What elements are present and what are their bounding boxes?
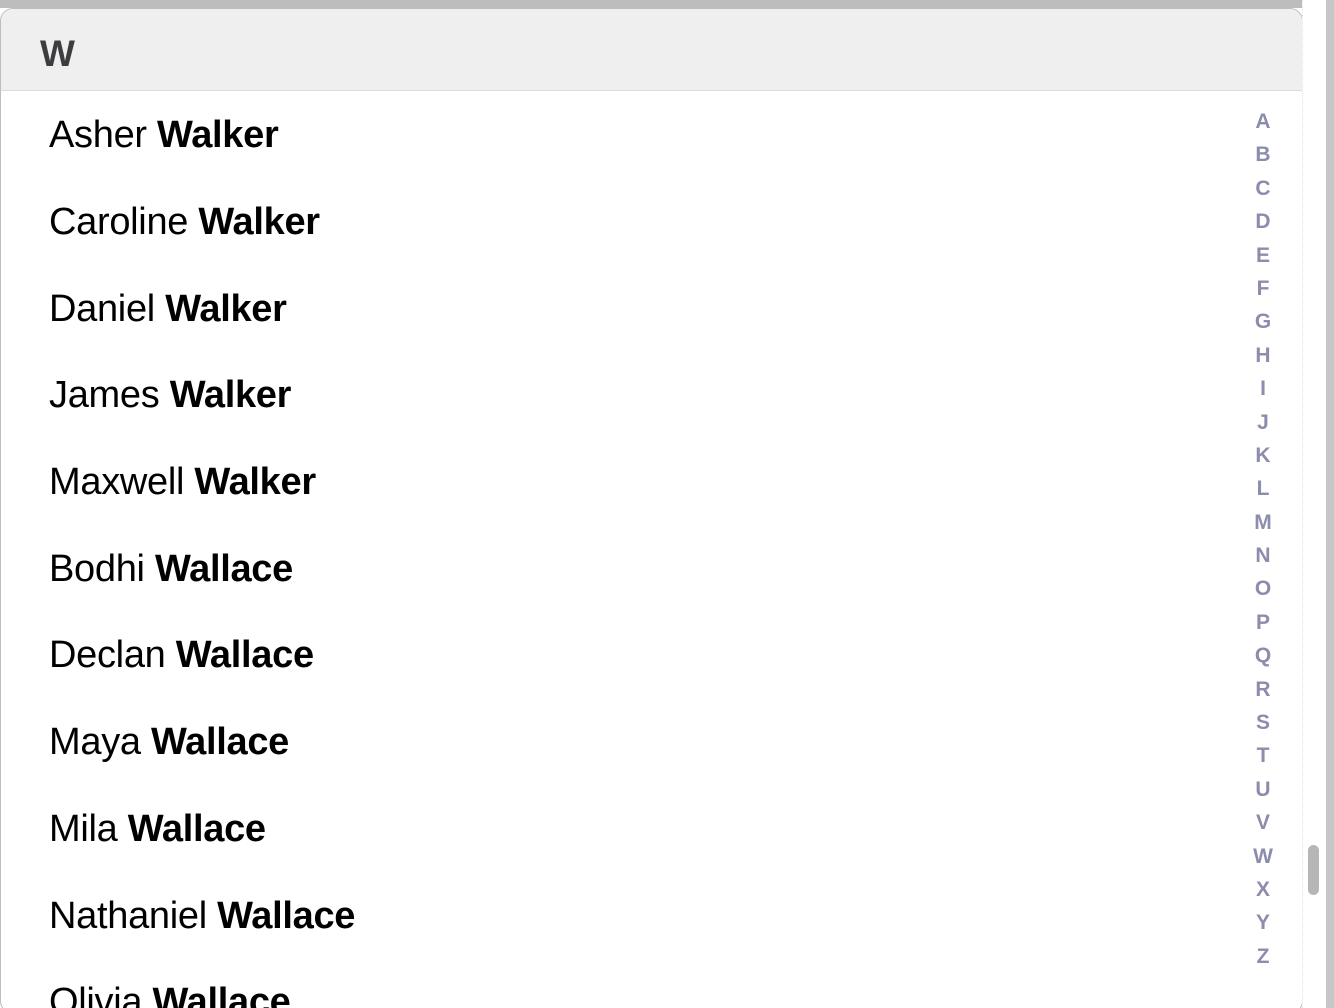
- contact-first-name: Daniel: [49, 287, 155, 330]
- contact-first-name: Declan: [49, 634, 166, 677]
- contact-last-name: Walker: [169, 374, 292, 417]
- alphabet-index-letter-j[interactable]: J: [1246, 406, 1280, 439]
- alphabet-index-letter-t[interactable]: T: [1246, 739, 1280, 772]
- window-top-edge: [0, 0, 1334, 8]
- contact-last-name: Wallace: [152, 981, 291, 1008]
- contact-name: Maya Wallace: [49, 720, 289, 764]
- alphabet-index-letter-w[interactable]: W: [1246, 840, 1280, 873]
- alphabet-index-letter-a[interactable]: A: [1246, 105, 1280, 138]
- contact-row[interactable]: Asher Walker: [1, 92, 1302, 179]
- contact-name: Asher Walker: [49, 113, 279, 157]
- contact-row[interactable]: Bodhi Wallace: [1, 525, 1302, 612]
- window-right-edge: [1326, 0, 1334, 1008]
- contact-last-name: Wallace: [175, 634, 314, 677]
- alphabet-index[interactable]: ABCDEFGHIJKLMNOPQRSTUVWXYZ: [1246, 105, 1280, 973]
- contact-name: Nathaniel Wallace: [49, 894, 355, 938]
- alphabet-index-letter-d[interactable]: D: [1246, 205, 1280, 238]
- contact-last-name: Wallace: [154, 547, 293, 590]
- alphabet-index-letter-h[interactable]: H: [1246, 339, 1280, 372]
- contact-row[interactable]: Mila Wallace: [1, 786, 1302, 873]
- contact-first-name: James: [49, 374, 160, 417]
- contact-first-name: Olivia: [49, 981, 143, 1008]
- contact-name: Declan Wallace: [49, 633, 314, 677]
- alphabet-index-letter-q[interactable]: Q: [1246, 639, 1280, 672]
- contact-name: Olivia Wallace: [49, 980, 291, 1008]
- contact-name: Bodhi Wallace: [49, 547, 293, 591]
- alphabet-index-letter-g[interactable]: G: [1246, 305, 1280, 338]
- contact-last-name: Walker: [194, 461, 316, 504]
- alphabet-index-letter-m[interactable]: M: [1246, 506, 1280, 539]
- contact-first-name: Nathaniel: [49, 894, 207, 937]
- section-header-letter: W: [40, 33, 75, 74]
- contact-list[interactable]: Asher Walker Caroline Walker Daniel Walker…: [1, 92, 1302, 1008]
- contacts-panel: W Asher Walker Caroline Walker Daniel Walk…: [0, 8, 1303, 1008]
- contact-row[interactable]: Daniel Walker: [1, 265, 1302, 352]
- contact-last-name: Walker: [157, 114, 279, 157]
- contact-name: James Walker: [49, 373, 291, 417]
- alphabet-index-letter-r[interactable]: R: [1246, 673, 1280, 706]
- alphabet-index-letter-n[interactable]: N: [1246, 539, 1280, 572]
- contact-row[interactable]: Nathaniel Wallace: [1, 872, 1302, 959]
- contact-row[interactable]: Maxwell Walker: [1, 439, 1302, 526]
- alphabet-index-letter-c[interactable]: C: [1246, 172, 1280, 205]
- contact-name: Mila Wallace: [49, 807, 266, 851]
- alphabet-index-letter-p[interactable]: P: [1246, 606, 1280, 639]
- alphabet-index-letter-z[interactable]: Z: [1246, 940, 1280, 973]
- contact-row[interactable]: Declan Wallace: [1, 612, 1302, 699]
- alphabet-index-letter-o[interactable]: O: [1246, 572, 1280, 605]
- vertical-scrollbar-thumb[interactable]: [1308, 845, 1319, 895]
- alphabet-index-letter-s[interactable]: S: [1246, 706, 1280, 739]
- contact-row[interactable]: Olivia Wallace: [1, 959, 1302, 1008]
- contact-last-name: Wallace: [127, 807, 266, 850]
- vertical-scrollbar-track[interactable]: [1302, 0, 1326, 1008]
- contact-first-name: Bodhi: [49, 547, 145, 590]
- alphabet-index-letter-k[interactable]: K: [1246, 439, 1280, 472]
- contact-row[interactable]: Caroline Walker: [1, 179, 1302, 266]
- contact-first-name: Maxwell: [49, 461, 185, 504]
- alphabet-index-letter-x[interactable]: X: [1246, 873, 1280, 906]
- contact-last-name: Wallace: [217, 894, 356, 937]
- alphabet-index-letter-i[interactable]: I: [1246, 372, 1280, 405]
- alphabet-index-letter-v[interactable]: V: [1246, 806, 1280, 839]
- section-header: W: [1, 9, 1302, 91]
- alphabet-index-letter-u[interactable]: U: [1246, 773, 1280, 806]
- contact-first-name: Caroline: [49, 201, 189, 244]
- alphabet-index-letter-y[interactable]: Y: [1246, 906, 1280, 939]
- contact-last-name: Wallace: [151, 721, 290, 764]
- contact-name: Maxwell Walker: [49, 460, 316, 504]
- contact-first-name: Asher: [49, 114, 147, 157]
- contact-row[interactable]: James Walker: [1, 352, 1302, 439]
- alphabet-index-letter-l[interactable]: L: [1246, 472, 1280, 505]
- contact-first-name: Mila: [49, 807, 118, 850]
- contact-last-name: Walker: [198, 201, 320, 244]
- contact-last-name: Walker: [165, 287, 287, 330]
- alphabet-index-letter-b[interactable]: B: [1246, 138, 1280, 171]
- contact-row[interactable]: Maya Wallace: [1, 699, 1302, 786]
- contact-first-name: Maya: [49, 721, 141, 764]
- contact-name: Caroline Walker: [49, 200, 320, 244]
- alphabet-index-letter-f[interactable]: F: [1246, 272, 1280, 305]
- alphabet-index-letter-e[interactable]: E: [1246, 239, 1280, 272]
- contacts-screen: W Asher Walker Caroline Walker Daniel Walk…: [0, 0, 1334, 1008]
- contact-name: Daniel Walker: [49, 287, 287, 331]
